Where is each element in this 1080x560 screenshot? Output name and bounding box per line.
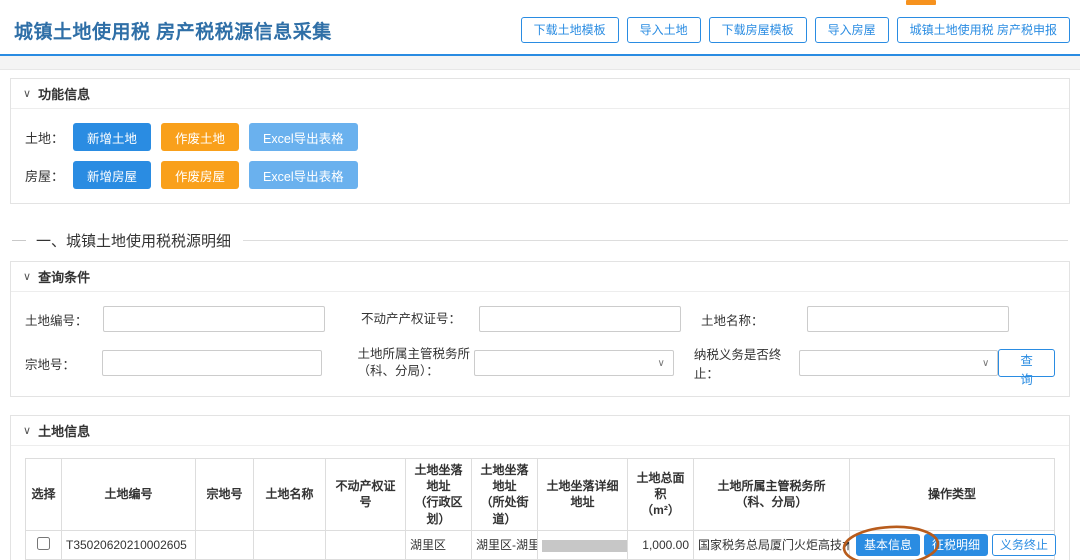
tax-office-label: 土地所属主管税务所 （科、分局）： [357,347,471,378]
function-panel: ∨ 功能信息 土地： 新增土地 作废土地 Excel导出表格 房屋： 新增房屋 … [10,78,1070,204]
cell-total-area: 1,000.00 [627,529,694,560]
col-street: 土地坐落地址 （所处街道） [471,458,538,531]
col-district: 土地坐落地址 （行政区划） [405,458,472,531]
query-panel-title: 查询条件 [38,270,91,285]
parcel-no-label: 宗地号： [25,357,76,372]
add-house-button[interactable]: 新增房屋 [73,161,152,189]
col-detail-address: 土地坐落详细地址 [537,458,628,531]
divider-strip [0,56,1080,70]
land-info-panel-header[interactable]: ∨ 土地信息 [11,416,1069,446]
land-function-row: 土地： 新增土地 作废土地 Excel导出表格 [25,123,1055,151]
col-select: 选择 [25,458,62,531]
section-title-rule [243,240,1068,241]
cell-property-cert [325,529,406,560]
query-panel-body: 土地编号： 不动产产权证号： 土地名称： 宗地号： 土地所属主管税务所 （科、分… [11,292,1069,396]
property-cert-input[interactable] [479,306,681,332]
void-land-button[interactable]: 作废土地 [161,123,240,151]
function-panel-body: 土地： 新增土地 作废土地 Excel导出表格 房屋： 新增房屋 作废房屋 Ex… [11,109,1069,203]
import-house-button[interactable]: 导入房屋 [814,17,889,43]
void-house-button[interactable]: 作废房屋 [161,161,240,189]
cell-land-name [253,529,326,560]
tax-end-select[interactable]: ∨ [798,350,999,376]
function-panel-title: 功能信息 [38,87,91,102]
query-row-2: 宗地号： 土地所属主管税务所 （科、分局）： ∨ 纳税义务是否终止： ∨ 查询 [25,344,1055,387]
query-panel: ∨ 查询条件 土地编号： 不动产产权证号： 土地名称： 宗地号： 土地所属主管税… [10,261,1070,397]
property-cert-label: 不动产产权证号： [361,311,462,326]
col-property-cert: 不动产权证号 [325,458,406,531]
function-panel-header[interactable]: ∨ 功能信息 [11,79,1069,109]
redacted-address-block [542,539,627,552]
export-land-excel-button[interactable]: Excel导出表格 [249,123,358,151]
cell-actions: 基本信息 征税明细 义务终止 [842,525,1057,560]
cell-district: 湖里区 [405,529,472,560]
collapse-chevron-icon[interactable]: ∨ [23,270,31,283]
chevron-down-icon: ∨ [657,357,665,369]
main-content: ∨ 功能信息 土地： 新增土地 作废土地 Excel导出表格 房屋： 新增房屋 … [0,70,1080,560]
table-row: T35020620210002605 湖里区 湖里区-湖里... 1,000.0… [25,525,1057,560]
parcel-no-input[interactable] [102,350,322,376]
land-section-title: 一、城镇土地使用税税源明细 [12,230,1068,251]
land-table-header-row: 选择 土地编号 宗地号 土地名称 不动产权证号 土地坐落地址 （行政区划） 土地… [25,458,1055,531]
col-total-area: 土地总面积 （m²） [627,458,694,531]
land-no-input[interactable] [103,306,325,332]
col-parcel-no: 宗地号 [195,458,254,531]
land-table: 选择 土地编号 宗地号 土地名称 不动产权证号 土地坐落地址 （行政区划） 土地… [25,458,1057,560]
col-tax-office: 土地所属主管税务所 （科、分局） [693,458,850,531]
download-land-template-button[interactable]: 下载土地模板 [520,17,619,43]
export-house-excel-button[interactable]: Excel导出表格 [249,161,358,189]
query-panel-header[interactable]: ∨ 查询条件 [11,262,1069,292]
page-title: 城镇土地使用税 房产税税源信息采集 [14,21,332,43]
cell-street: 湖里区-湖里... [471,529,538,560]
top-bar: 城镇土地使用税 房产税税源信息采集 下载土地模板 导入土地 下载房屋模板 导入房… [0,0,1080,56]
land-name-input[interactable] [807,306,1009,332]
collapse-chevron-icon[interactable]: ∨ [23,424,31,437]
col-land-name: 土地名称 [253,458,326,531]
tax-end-label: 纳税义务是否终止： [693,348,782,381]
land-info-panel-title: 土地信息 [38,424,91,439]
land-no-label: 土地编号： [25,313,88,328]
add-land-button[interactable]: 新增土地 [73,123,152,151]
query-row-1: 土地编号： 不动产产权证号： 土地名称： [25,306,1055,332]
collapse-chevron-icon[interactable]: ∨ [23,87,31,100]
cell-tax-office: 国家税务总局厦门火炬高技术产业... [693,529,850,560]
land-info-panel: ∨ 土地信息 选择 土地编号 宗地号 土地名称 不动产权证号 土地坐落地址 （行… [10,415,1070,560]
tax-declaration-button[interactable]: 城镇土地使用税 房产税申报 [896,0,1070,43]
tax-office-select[interactable]: ∨ [474,350,674,376]
download-house-template-button[interactable]: 下载房屋模板 [708,17,807,43]
top-nav-buttons: 下载土地模板 导入土地 下载房屋模板 导入房屋 城镇土地使用税 房产税申报 [513,0,1070,43]
land-name-label: 土地名称： [701,313,764,328]
import-land-button[interactable]: 导入土地 [626,17,701,43]
cell-parcel-no [195,529,254,560]
col-land-no: 土地编号 [61,458,196,531]
land-info-panel-body: 选择 土地编号 宗地号 土地名称 不动产权证号 土地坐落地址 （行政区划） 土地… [11,446,1069,560]
cell-land-no: T35020620210002605 [61,529,196,560]
search-button[interactable]: 查询 [998,349,1055,387]
land-section-title-text: 一、城镇土地使用税税源明细 [36,233,232,250]
land-row-label: 土地： [25,130,65,146]
row-select-checkbox[interactable] [37,536,50,550]
chevron-down-icon: ∨ [981,357,990,369]
house-row-label: 房屋： [25,168,65,184]
col-actions: 操作类型 [849,458,1055,531]
basic-info-button[interactable]: 基本信息 [856,533,921,556]
terminate-obligation-button[interactable]: 义务终止 [992,533,1057,556]
house-function-row: 房屋： 新增房屋 作废房屋 Excel导出表格 [25,161,1055,189]
tax-detail-button[interactable]: 征税明细 [924,533,989,556]
